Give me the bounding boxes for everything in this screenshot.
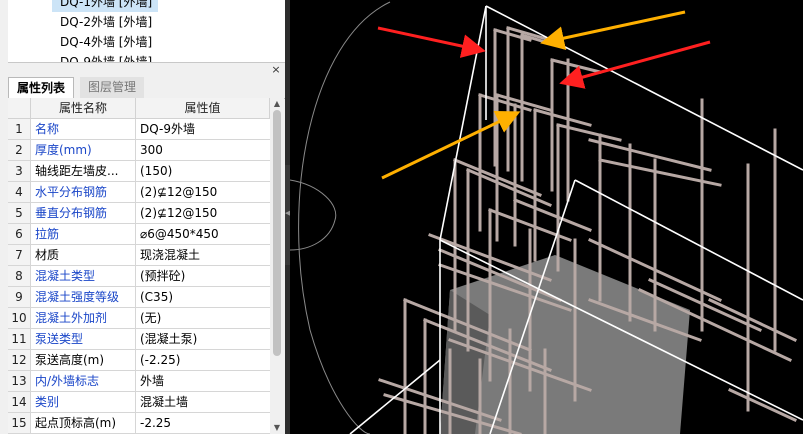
table-row[interactable]: 8 混凝土类型 (预拌砼)	[8, 266, 270, 287]
wall-tree: DQ-1外墙 [外墙] DQ-2外墙 [外墙] DQ-4外墙 [外墙] DQ-9外墙 …	[8, 0, 285, 63]
property-value[interactable]: (150)	[136, 161, 270, 182]
table-row[interactable]: 2 厚度(mm) 300	[8, 140, 270, 161]
rebar-bar	[513, 198, 592, 232]
property-name: 泵送高度(m)	[31, 350, 136, 371]
panel-close-icon[interactable]: ×	[270, 64, 282, 76]
row-number: 14	[8, 392, 31, 413]
tab-layer-manager[interactable]: 图层管理	[80, 77, 145, 98]
property-name: 水平分布钢筋	[31, 182, 136, 203]
panel-tabs: 属性列表 图层管理	[8, 77, 285, 99]
table-row[interactable]: 3 轴线距左墙皮... (150)	[8, 161, 270, 182]
property-value[interactable]: 现浇混凝土	[136, 245, 270, 266]
property-value[interactable]: (无)	[136, 308, 270, 329]
table-row[interactable]: 15 起点顶标高(m) -2.25	[8, 413, 270, 434]
table-row[interactable]: 6 拉筋 ⌀6@450*450	[8, 224, 270, 245]
property-value[interactable]: (2)⊈12@150	[136, 203, 270, 224]
property-name: 泵送类型	[31, 329, 136, 350]
row-number: 12	[8, 350, 31, 371]
property-name: 混凝土强度等级	[31, 287, 136, 308]
column-header-name: 属性名称	[31, 98, 136, 119]
property-value[interactable]: 300	[136, 140, 270, 161]
property-value[interactable]: (-2.25)	[136, 350, 270, 371]
property-name: 混凝土类型	[31, 266, 136, 287]
property-name: 起点顶标高(m)	[31, 413, 136, 434]
property-name: 名称	[31, 119, 136, 140]
3d-viewport[interactable]	[290, 0, 803, 434]
property-value[interactable]: ⌀6@450*450	[136, 224, 270, 245]
property-table: 属性名称 属性值 1 名称 DQ-9外墙 2 厚度(mm) 300 3 轴线距左墙皮... (1…	[8, 98, 270, 434]
property-name: 垂直分布钢筋	[31, 203, 136, 224]
row-number: 5	[8, 203, 31, 224]
row-number: 10	[8, 308, 31, 329]
tab-property-list[interactable]: 属性列表	[8, 77, 75, 99]
row-number: 11	[8, 329, 31, 350]
table-row[interactable]: 4 水平分布钢筋 (2)⊈12@150	[8, 182, 270, 203]
row-number: 1	[8, 119, 31, 140]
row-number: 8	[8, 266, 31, 287]
column-header-value: 属性值	[136, 98, 270, 119]
tree-item[interactable]: DQ-4外墙 [外墙]	[52, 32, 158, 52]
3d-scene[interactable]	[290, 0, 803, 434]
table-row[interactable]: 11 泵送类型 (混凝土泵)	[8, 329, 270, 350]
table-row[interactable]: 9 混凝土强度等级 (C35)	[8, 287, 270, 308]
table-row[interactable]: 5 垂直分布钢筋 (2)⊈12@150	[8, 203, 270, 224]
table-row[interactable]: 7 材质 现浇混凝土	[8, 245, 270, 266]
property-value[interactable]: (混凝土泵)	[136, 329, 270, 350]
row-number: 6	[8, 224, 31, 245]
row-number: 9	[8, 287, 31, 308]
tree-item[interactable]: DQ-1外墙 [外墙]	[52, 0, 159, 12]
rebar-bar	[533, 108, 592, 127]
property-value[interactable]: (预拌砼)	[136, 266, 270, 287]
table-row[interactable]: 10 混凝土外加剂 (无)	[8, 308, 270, 329]
left-panel: DQ-1外墙 [外墙] DQ-2外墙 [外墙] DQ-4外墙 [外墙] DQ-9外墙 …	[0, 0, 285, 434]
row-number-header	[8, 98, 31, 119]
rebar-bar	[708, 298, 797, 342]
tree-item[interactable]: DQ-2外墙 [外墙]	[52, 12, 158, 32]
red-arrow-1	[377, 26, 486, 58]
property-value[interactable]: (2)⊈12@150	[136, 182, 270, 203]
property-value[interactable]: (C35)	[136, 287, 270, 308]
row-number: 4	[8, 182, 31, 203]
table-row[interactable]: 14 类别 混凝土墙	[8, 392, 270, 413]
table-row[interactable]: 1 名称 DQ-9外墙	[8, 119, 270, 140]
scroll-up-icon[interactable]: ▲	[270, 98, 284, 110]
scrollbar-thumb[interactable]	[273, 110, 281, 356]
row-number: 2	[8, 140, 31, 161]
property-value[interactable]: 外墙	[136, 371, 270, 392]
row-number: 3	[8, 161, 31, 182]
property-name: 内/外墙标志	[31, 371, 136, 392]
tree-item[interactable]: DQ-9外墙 [外墙]	[52, 52, 158, 62]
rebar-bar	[588, 138, 712, 172]
property-name: 材质	[31, 245, 136, 266]
row-number: 13	[8, 371, 31, 392]
property-value[interactable]: -2.25	[136, 413, 270, 434]
rebar-bar	[728, 388, 797, 422]
row-number: 15	[8, 413, 31, 434]
orange-arrow-1	[540, 10, 686, 50]
property-name: 厚度(mm)	[31, 140, 136, 161]
property-value[interactable]: DQ-9外墙	[136, 119, 270, 140]
row-number: 7	[8, 245, 31, 266]
table-row[interactable]: 13 内/外墙标志 外墙	[8, 371, 270, 392]
property-name: 轴线距左墙皮...	[31, 161, 136, 182]
property-name: 混凝土外加剂	[31, 308, 136, 329]
view-cube-arcs	[290, 1, 391, 434]
property-value[interactable]: 混凝土墙	[136, 392, 270, 413]
table-row[interactable]: 12 泵送高度(m) (-2.25)	[8, 350, 270, 371]
property-name: 拉筋	[31, 224, 136, 245]
property-scrollbar[interactable]: ▲ ▼	[270, 98, 284, 434]
scroll-down-icon[interactable]: ▼	[270, 422, 284, 434]
red-arrow-2	[559, 40, 711, 89]
property-name: 类别	[31, 392, 136, 413]
